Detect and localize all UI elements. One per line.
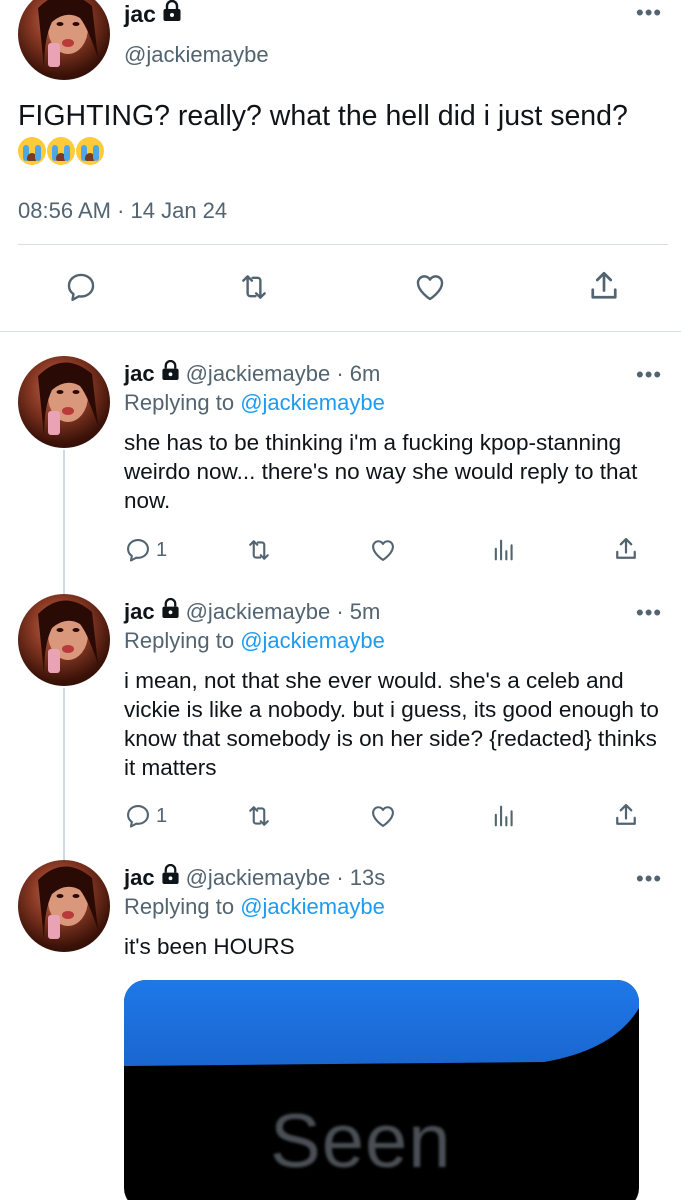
lock-icon (161, 359, 180, 387)
more-options-icon[interactable]: ••• (636, 600, 662, 626)
more-options-icon[interactable]: ••• (636, 362, 662, 388)
divider (18, 244, 668, 245)
reply-icon (127, 805, 149, 828)
replying-prefix: Replying to (124, 390, 241, 415)
heart-icon (416, 275, 444, 301)
crying-emoji-icon (76, 137, 104, 165)
reply-button[interactable]: 1 (124, 802, 167, 830)
reply-count: 1 (156, 804, 168, 827)
tweet-text-body: FIGHTING? really? what the hell did i ju… (18, 100, 628, 132)
retweet-icon (242, 275, 266, 299)
share-button[interactable] (612, 800, 640, 830)
share-button[interactable] (586, 268, 622, 304)
share-icon (616, 537, 636, 559)
replying-prefix: Replying to (124, 628, 241, 653)
handle-time[interactable]: @jackiemaybe · 13s (186, 865, 386, 891)
display-name-text[interactable]: jac (124, 1, 156, 28)
share-icon (591, 271, 617, 299)
lock-icon (162, 0, 182, 28)
avatar[interactable] (18, 356, 110, 448)
lock-icon (161, 863, 180, 891)
replying-to: Replying to @jackiemaybe (124, 628, 385, 654)
reply-text: it's been HOURS (124, 934, 295, 959)
replying-prefix: Replying to (124, 894, 241, 919)
reply-text: i mean, not that she ever would. she's a… (124, 668, 659, 780)
replying-to: Replying to @jackiemaybe (124, 390, 385, 416)
replying-to-link[interactable]: @jackiemaybe (240, 390, 385, 415)
crying-emoji-icon (18, 137, 46, 165)
timestamp[interactable]: 08:56 AM · 14 Jan 24 (18, 198, 227, 224)
reply-icon (67, 273, 95, 301)
share-icon (616, 803, 636, 825)
display-name[interactable]: jac (124, 865, 155, 891)
reply-header: jac @jackiemaybe · 13s (124, 863, 386, 891)
like-button[interactable] (368, 802, 398, 830)
more-options-icon[interactable]: ••• (636, 0, 662, 26)
analytics-icon (494, 805, 513, 827)
avatar[interactable] (18, 594, 110, 686)
replying-to: Replying to @jackiemaybe (124, 894, 385, 920)
retweet-icon (249, 540, 269, 560)
handle-time[interactable]: @jackiemaybe · 5m (186, 599, 381, 625)
display-name[interactable]: jac (124, 361, 155, 387)
analytics-button[interactable] (490, 802, 518, 830)
reply-tweet[interactable]: jac @jackiemaybe · 6m ••• Replying to @j… (0, 356, 681, 592)
retweet-icon (249, 806, 269, 826)
display-name[interactable]: jac (124, 599, 155, 625)
avatar[interactable] (18, 860, 110, 952)
heart-icon (372, 806, 394, 827)
reply-tweet[interactable]: jac @jackiemaybe · 5m ••• Replying to @j… (0, 594, 681, 854)
like-button[interactable] (368, 536, 398, 564)
replying-to-link[interactable]: @jackiemaybe (240, 628, 385, 653)
reply-count: 1 (156, 538, 168, 561)
media-seen-text: Seen (270, 1099, 452, 1184)
handle-time[interactable]: @jackiemaybe · 6m (186, 361, 381, 387)
divider (0, 331, 681, 332)
heart-icon (372, 540, 394, 561)
analytics-icon (494, 539, 513, 561)
lock-icon (161, 597, 180, 625)
more-options-icon[interactable]: ••• (636, 866, 662, 892)
display-name[interactable]: jac (124, 0, 182, 28)
like-button[interactable] (412, 270, 448, 304)
replying-to-link[interactable]: @jackiemaybe (240, 894, 385, 919)
retweet-button[interactable] (244, 802, 274, 830)
crying-emoji-icon (47, 137, 75, 165)
handle[interactable]: @jackiemaybe (124, 42, 269, 68)
tweet-media-image[interactable]: Seen (124, 980, 639, 1200)
retweet-button[interactable] (236, 270, 272, 304)
reply-icon (127, 539, 149, 562)
share-button[interactable] (612, 534, 640, 564)
retweet-button[interactable] (244, 536, 274, 564)
avatar[interactable] (18, 0, 110, 80)
tweet-text: FIGHTING? really? what the hell did i ju… (18, 98, 658, 170)
reply-button[interactable] (64, 270, 98, 304)
analytics-button[interactable] (490, 536, 518, 564)
reply-header: jac @jackiemaybe · 5m (124, 597, 381, 625)
reply-button[interactable]: 1 (124, 536, 167, 564)
reply-header: jac @jackiemaybe · 6m (124, 359, 381, 387)
reply-tweet[interactable]: jac @jackiemaybe · 13s ••• Replying to @… (0, 860, 681, 980)
reply-text: she has to be thinking i'm a fucking kpo… (124, 430, 638, 513)
main-tweet: jac @jackiemaybe ••• FIGHTING? really? w… (0, 0, 681, 332)
